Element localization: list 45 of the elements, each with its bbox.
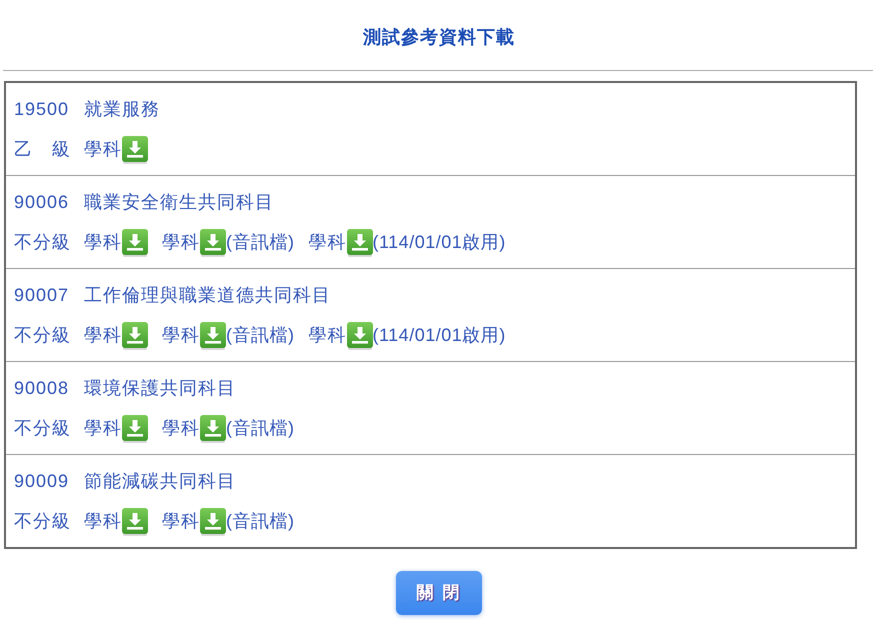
download-icon[interactable] [200,415,226,443]
file-label: 學科 [162,416,200,440]
file-note: (114/01/01啟用) [372,230,506,254]
file-label: 學科 [84,416,122,440]
level-label: 乙 級 [14,138,72,160]
file-label: 學科 [84,324,122,346]
close-button[interactable]: 關 閉 [396,571,482,615]
download-icon[interactable] [200,229,226,257]
download-icon[interactable] [122,322,148,350]
subject-name: 就業服務 [84,98,160,120]
file-label: 學科 [84,230,122,254]
subject-name: 職業安全衛生共同科目 [84,190,274,214]
file-label: 學科 [162,510,200,532]
file-note: (音訊檔) [226,416,294,440]
level-label: 不分級 [14,230,72,254]
file-note: (音訊檔) [226,230,294,254]
download-icon[interactable] [346,229,372,257]
download-icon[interactable] [122,229,148,257]
subject-name: 節能減碳共同科目 [84,470,236,492]
subject-code: 90009 [14,470,70,492]
file-label: 學科 [84,510,122,532]
download-icon[interactable] [200,322,226,350]
file-label: 學科 [308,324,346,346]
level-label: 不分級 [14,510,72,532]
subject-code: 90008 [14,376,70,400]
subject-name: 環境保護共同科目 [84,376,236,400]
file-note: (音訊檔) [226,510,294,533]
download-icon[interactable] [122,136,148,164]
download-icon[interactable] [122,508,148,536]
level-label: 不分級 [14,324,72,346]
level-label: 不分級 [14,416,72,440]
file-label: 學科 [162,230,200,254]
file-note: (114/01/01啟用) [372,324,506,347]
file-label: 學科 [162,324,200,346]
download-icon[interactable] [122,415,148,443]
file-label: 學科 [308,230,346,254]
subject-code: 19500 [14,98,70,120]
file-note: (音訊檔) [226,324,294,347]
download-icon[interactable] [346,322,372,350]
subject-name: 工作倫理與職業道德共同科目 [84,284,331,306]
subject-code: 90006 [14,190,70,214]
download-icon[interactable] [200,508,226,536]
subject-code: 90007 [14,284,70,306]
page-title: 測試參考資料下載 [363,26,515,48]
file-label: 學科 [84,138,122,160]
